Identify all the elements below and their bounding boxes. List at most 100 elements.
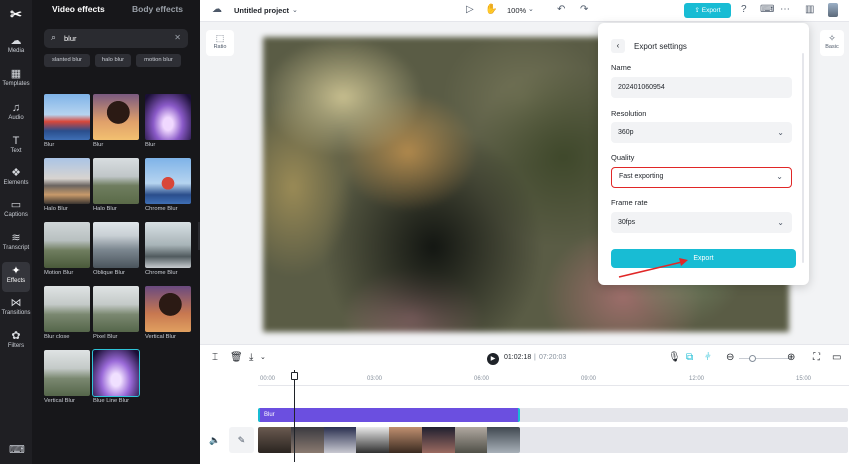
effect-label: Halo Blur: [93, 206, 117, 212]
timeline-toolbar: ⌶ 🗑 ⤓ ⌄ ▶ 01:02:18 | 07:20:03 🎙 ⧉ ⫩ ⊖ ⊕ …: [200, 344, 849, 370]
effect-item[interactable]: Halo Blur: [93, 158, 139, 212]
effect-item[interactable]: Blur: [44, 94, 90, 148]
video-clip[interactable]: [258, 427, 520, 453]
playhead[interactable]: [294, 370, 295, 462]
fit-icon[interactable]: ⛶: [813, 352, 820, 364]
redo-icon[interactable]: ↷: [580, 4, 588, 16]
export-button[interactable]: ⇪ Export: [684, 3, 731, 18]
zoom-in-icon[interactable]: ⊕: [787, 352, 795, 364]
effect-label: Blur: [145, 142, 156, 148]
effect-thumbnail: [145, 94, 191, 140]
effect-label: Blur: [44, 142, 55, 148]
layout-icon[interactable]: ▥: [805, 4, 814, 16]
effect-item[interactable]: Chrome Blur: [145, 158, 191, 212]
effects-tabs: Video effects Body effects: [32, 0, 200, 22]
keyboard-shortcuts-icon[interactable]: ⌨: [760, 4, 774, 16]
effect-item[interactable]: Vertical Blur: [44, 350, 90, 404]
effect-item[interactable]: Halo Blur: [44, 158, 90, 212]
elements-icon: ❖: [11, 167, 21, 179]
select-tool-icon[interactable]: ▷: [466, 4, 474, 16]
left-rail: ✂ ☁ Media ▦ Templates ♫ Audio T Text ❖ E…: [0, 0, 32, 464]
filters-icon: ✿: [11, 330, 21, 342]
effect-thumbnail: [44, 350, 90, 396]
sidebar-item-templates[interactable]: ▦ Templates: [0, 65, 32, 95]
ruler-label: 03:00: [367, 376, 383, 382]
ruler-label: 12:00: [689, 376, 705, 382]
sidebar-item-media[interactable]: ☁ Media: [0, 32, 32, 62]
sidebar-item-effects[interactable]: ✦ Effects: [2, 262, 30, 292]
more-icon[interactable]: ⋯: [780, 4, 790, 16]
zoom-slider[interactable]: [739, 358, 791, 359]
avatar[interactable]: [828, 3, 838, 17]
help-icon[interactable]: ?: [741, 4, 747, 16]
sidebar-item-transitions[interactable]: ⋈ Transitions: [0, 294, 32, 324]
sidebar-item-label: Transitions: [1, 310, 31, 316]
tab-body-effects[interactable]: Body effects: [132, 4, 183, 14]
effect-item[interactable]: Vertical Blur: [145, 286, 191, 340]
keyboard-icon[interactable]: ⌨: [9, 443, 25, 456]
effect-item[interactable]: Oblique Blur: [93, 222, 139, 276]
project-title[interactable]: Untitled project: [234, 6, 289, 15]
zoom-out-icon[interactable]: ⊖: [726, 352, 734, 364]
effects-search[interactable]: ⌕ blur ✕: [44, 29, 188, 48]
effect-clip[interactable]: Blur: [258, 408, 520, 422]
chip-slanted-blur[interactable]: slanted blur: [44, 54, 90, 67]
sidebar-item-text[interactable]: T Text: [0, 132, 32, 162]
effect-item[interactable]: Blur: [145, 94, 191, 148]
panel-scrollbar[interactable]: [802, 53, 804, 263]
ratio-icon: ⬚: [215, 33, 225, 43]
effect-item[interactable]: Pixel Blur: [93, 286, 139, 340]
framerate-select[interactable]: 30fps ⌄: [611, 212, 792, 233]
cloud-sync-icon[interactable]: ☁: [212, 4, 222, 16]
delete-icon[interactable]: 🗑: [230, 352, 243, 364]
play-button[interactable]: ▶: [487, 353, 499, 365]
split-icon[interactable]: ⌶: [212, 352, 218, 364]
undo-icon[interactable]: ↶: [557, 4, 565, 16]
download-icon[interactable]: ⤓: [249, 352, 253, 364]
sidebar-item-captions[interactable]: ▭ Captions: [0, 196, 32, 226]
volume-icon[interactable]: 🔈: [209, 435, 220, 446]
effect-clip-label: Blur: [264, 412, 275, 418]
hand-tool-icon[interactable]: ✋: [485, 4, 497, 16]
sidebar-item-filters[interactable]: ✿ Filters: [0, 327, 32, 357]
current-time: 01:02:18: [504, 354, 532, 361]
sidebar-item-transcript[interactable]: ≋ Transcript: [0, 229, 32, 259]
basic-icon: ✧: [828, 33, 836, 43]
ratio-button[interactable]: ⬚ Ratio: [206, 30, 234, 56]
quality-value: Fast exporting: [619, 173, 664, 180]
resolution-select[interactable]: 360p ⌄: [611, 122, 792, 143]
chevron-down-icon[interactable]: ⌄: [260, 352, 266, 364]
playhead-handle[interactable]: [291, 372, 298, 380]
ruler-label: 06:00: [474, 376, 490, 382]
back-button[interactable]: ‹: [611, 39, 625, 53]
effect-item[interactable]: Blur close: [44, 286, 90, 340]
microphone-icon[interactable]: 🎙: [668, 352, 681, 364]
effect-label: Blur close: [44, 334, 70, 340]
zoom-level[interactable]: 100%: [507, 6, 526, 15]
clear-search-icon[interactable]: ✕: [174, 33, 181, 42]
preview-icon[interactable]: ▭: [832, 352, 841, 364]
chip-motion-blur[interactable]: motion blur: [136, 54, 181, 67]
snap-icon[interactable]: ⫩: [705, 352, 711, 364]
effect-item[interactable]: Chrome Blur: [145, 222, 191, 276]
chevron-down-icon[interactable]: ⌄: [292, 5, 298, 17]
link-icon[interactable]: ⧉: [686, 352, 693, 364]
quality-select[interactable]: Fast exporting ⌄: [611, 167, 792, 188]
sidebar-item-audio[interactable]: ♫ Audio: [0, 99, 32, 129]
sidebar-item-elements[interactable]: ❖ Elements: [0, 164, 32, 194]
zoom-slider-knob[interactable]: [749, 355, 756, 362]
zoom-chevron-icon[interactable]: ⌄: [528, 4, 534, 16]
search-input[interactable]: blur: [64, 34, 77, 43]
edit-cover-button[interactable]: ✎: [229, 427, 254, 453]
chip-halo-blur[interactable]: halo blur: [95, 54, 131, 67]
cloud-icon: ☁: [10, 35, 22, 47]
effect-thumbnail: [145, 222, 191, 268]
basic-button[interactable]: ✧ Basic: [820, 30, 844, 56]
tab-video-effects[interactable]: Video effects: [52, 4, 105, 14]
effect-item[interactable]: Blue Line Blur: [92, 349, 140, 404]
effect-item[interactable]: Blur: [93, 94, 139, 148]
export-confirm-button[interactable]: Export: [611, 249, 796, 268]
name-field[interactable]: 202401060954: [611, 77, 792, 98]
effect-item[interactable]: Motion Blur: [44, 222, 90, 276]
capcut-logo-icon[interactable]: ✂: [8, 6, 24, 22]
